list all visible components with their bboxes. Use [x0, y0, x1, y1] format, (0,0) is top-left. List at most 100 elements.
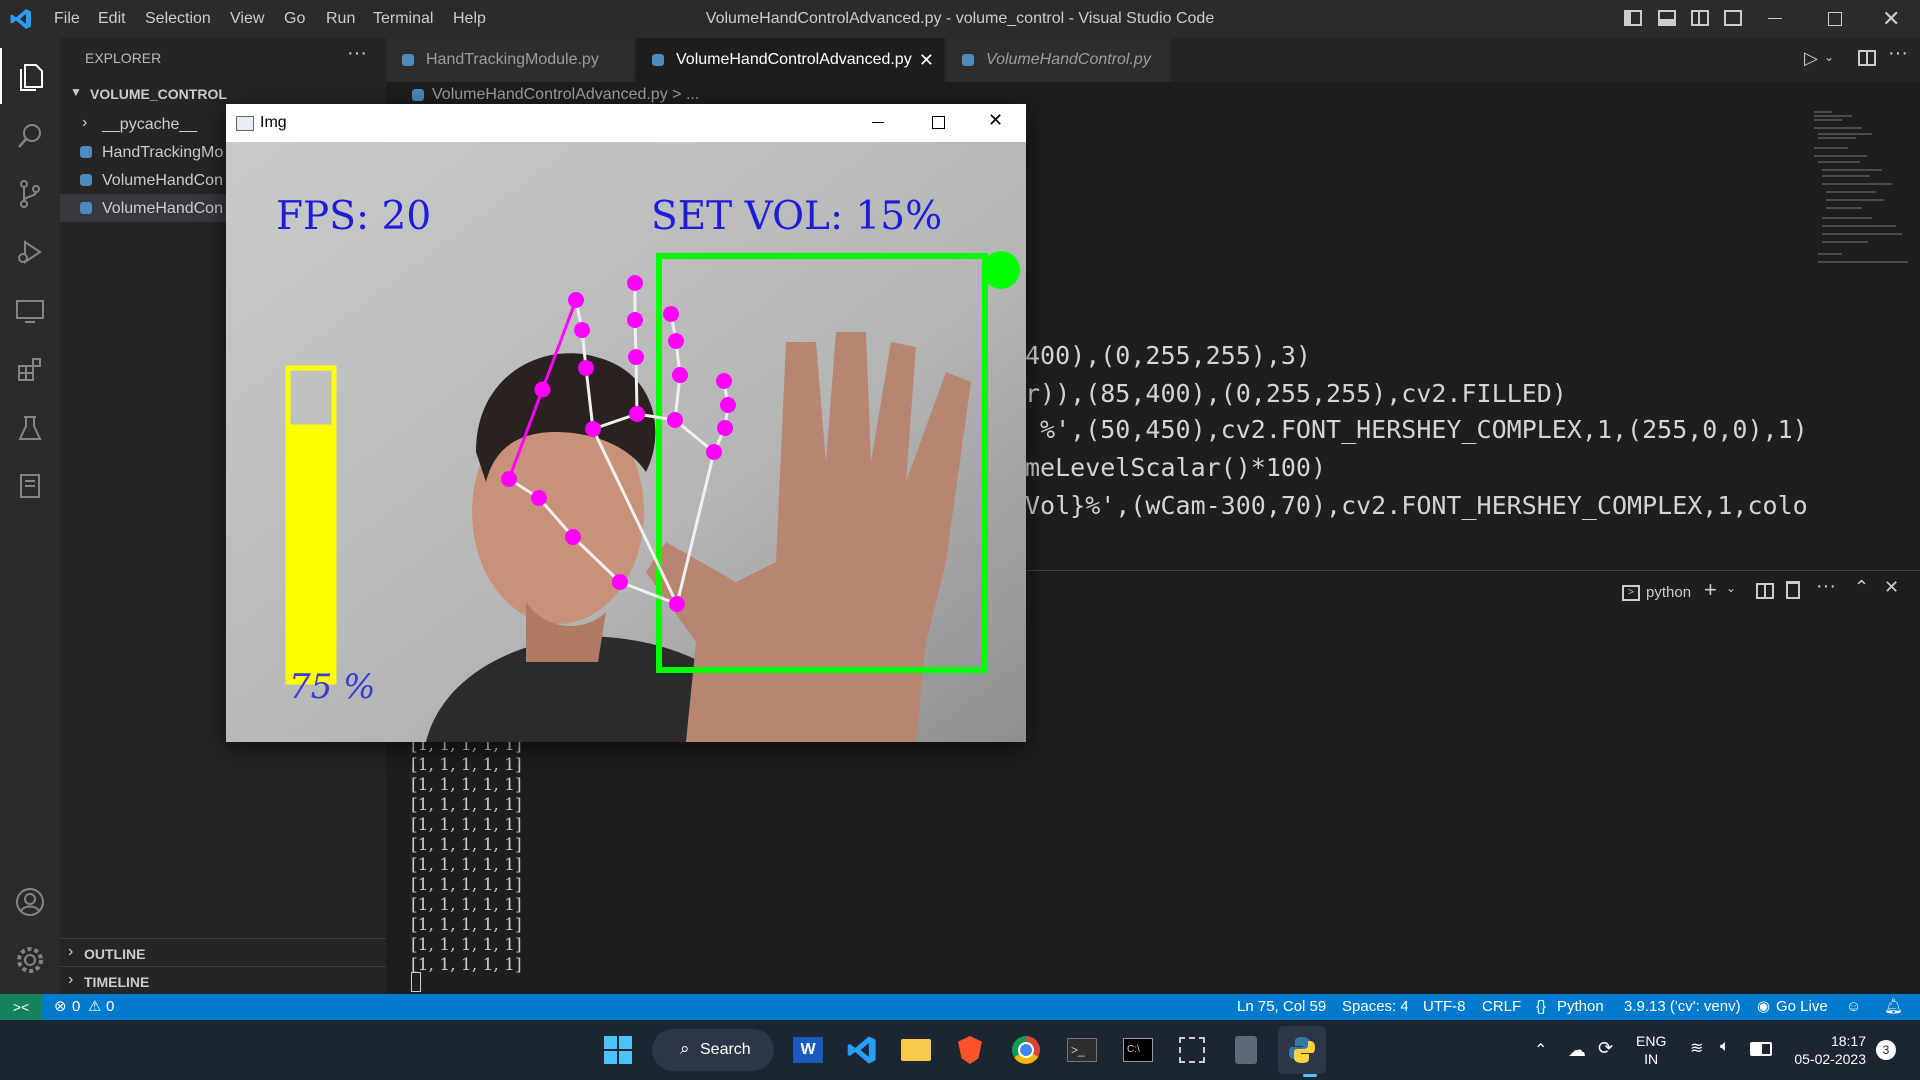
more-actions-icon[interactable]: ···	[1816, 575, 1836, 598]
trash-icon[interactable]	[1786, 581, 1800, 599]
brave-browser-icon[interactable]	[946, 1026, 994, 1074]
language-indicator[interactable]: ENG IN	[1636, 1032, 1666, 1068]
tab-volumehandcontrol[interactable]: VolumeHandControl.py	[946, 38, 1170, 82]
language-mode[interactable]: Python	[1557, 994, 1604, 1020]
chevron-down-icon[interactable]: ⌄	[1726, 581, 1736, 595]
code-line-4[interactable]: meLevelScalar()*100)	[1025, 450, 1326, 486]
taskbar-search[interactable]: ⌕ Search	[652, 1029, 774, 1071]
close-icon[interactable]: ✕	[988, 110, 1003, 131]
encoding[interactable]: UTF-8	[1423, 994, 1466, 1020]
code-line-1[interactable]: 400),(0,255,255),3)	[1025, 338, 1311, 374]
chevron-down-icon[interactable]: ⌄	[1824, 50, 1834, 64]
timeline-section[interactable]: › TIMELINE	[60, 966, 386, 995]
hand-landmark-point	[720, 397, 736, 413]
warning-count[interactable]: 0	[106, 994, 114, 1020]
terminal-name[interactable]: python	[1646, 584, 1691, 601]
run-debug-icon[interactable]	[0, 224, 60, 280]
clock[interactable]: 18:17 05-02-2023	[1776, 1032, 1866, 1068]
source-control-icon[interactable]	[0, 166, 60, 222]
hand-landmark-point	[612, 574, 628, 590]
code-line-5[interactable]: Vol}%',(wCam-300,70),cv2.FONT_HERSHEY_CO…	[1025, 488, 1808, 524]
indentation[interactable]: Spaces: 4	[1342, 994, 1409, 1020]
toggle-panel-icon[interactable]	[1658, 10, 1676, 26]
app-window-icon	[236, 116, 254, 131]
terminal-line: [1, 1, 1, 1, 1]	[411, 755, 522, 775]
notebook-icon[interactable]	[0, 458, 60, 514]
explorer-header: EXPLORER	[85, 50, 162, 66]
volume-icon[interactable]: 🔈︎	[1720, 1038, 1730, 1056]
code-line-2[interactable]: r)),(85,400),(0,255,255),cv2.FILLED)	[1025, 376, 1567, 412]
windows-start-icon[interactable]	[594, 1026, 642, 1074]
errors-icon[interactable]: ⊗	[54, 994, 67, 1020]
split-editor-icon[interactable]	[1858, 50, 1876, 66]
tree-item-label: VolumeHandCon	[102, 200, 223, 217]
search-icon[interactable]	[0, 108, 60, 164]
word-icon[interactable]: W	[784, 1026, 832, 1074]
maximize-panel-icon[interactable]: ⌃	[1854, 577, 1869, 598]
terminal-line: [1, 1, 1, 1, 1]	[411, 815, 522, 835]
hand-landmark-point	[668, 333, 684, 349]
toggle-secondary-sidebar-icon[interactable]	[1691, 10, 1709, 26]
code-line-3[interactable]: %',(50,450),cv2.FONT_HERSHEY_COMPLEX,1,(…	[1025, 412, 1808, 448]
split-terminal-icon[interactable]	[1756, 583, 1774, 599]
wifi-icon[interactable]: ≋	[1690, 1038, 1703, 1058]
battery-icon[interactable]	[1750, 1042, 1772, 1056]
snipping-tool-icon[interactable]	[1168, 1026, 1216, 1074]
hand-landmark-point	[663, 306, 679, 322]
tab-handtrackingmodule[interactable]: HandTrackingModule.py	[386, 38, 634, 82]
chrome-icon[interactable]	[1002, 1026, 1050, 1074]
hand-landmark-point	[565, 529, 581, 545]
remote-indicator-icon[interactable]: ><	[0, 994, 42, 1020]
minimap[interactable]	[1812, 108, 1912, 288]
broadcast-icon: ◉	[1757, 998, 1771, 1015]
explorer-icon[interactable]	[0, 48, 60, 104]
chevron-up-icon[interactable]: ⌃	[1534, 1040, 1547, 1060]
cursor-position[interactable]: Ln 75, Col 59	[1237, 994, 1326, 1020]
outline-section[interactable]: › OUTLINE	[60, 938, 386, 967]
more-actions-icon[interactable]: ···	[1888, 42, 1908, 65]
testing-icon[interactable]	[0, 400, 60, 456]
hand-landmark-point	[568, 292, 584, 308]
close-icon[interactable]: ✕	[1882, 6, 1900, 32]
settings-gear-icon[interactable]	[0, 932, 60, 988]
python-interpreter[interactable]: 3.9.13 ('cv': venv)	[1624, 994, 1741, 1020]
feedback-icon[interactable]: ☺	[1846, 994, 1861, 1020]
maximize-icon[interactable]	[932, 116, 945, 129]
tree-item-label: __pycache__	[102, 116, 198, 133]
onedrive-icon[interactable]: ☁	[1568, 1040, 1586, 1061]
toggle-sidebar-icon[interactable]	[1624, 10, 1642, 26]
breadcrumb-text[interactable]: VolumeHandControlAdvanced.py > ...	[432, 86, 699, 104]
remote-explorer-icon[interactable]	[0, 284, 60, 340]
sync-icon[interactable]: ⟳	[1598, 1038, 1613, 1059]
img-window[interactable]: Img ✕ FPS: 20 SET VOL: 15% 75 %	[226, 104, 1026, 742]
cmd-icon[interactable]: C:\	[1114, 1026, 1162, 1074]
python-app-icon[interactable]	[1278, 1026, 1326, 1074]
terminal-line: [1, 1, 1, 1, 1]	[411, 955, 522, 975]
accounts-icon[interactable]	[0, 874, 60, 930]
volume-bar-fill	[288, 424, 334, 682]
notifications-bell-icon[interactable]: 🔔︎	[1884, 994, 1903, 1020]
more-actions-icon[interactable]: ···	[347, 42, 367, 65]
minimize-icon[interactable]	[872, 122, 884, 123]
file-explorer-icon[interactable]	[892, 1026, 940, 1074]
close-panel-icon[interactable]: ✕	[1884, 577, 1899, 598]
run-python-icon[interactable]: ▷	[1804, 48, 1818, 69]
notification-badge[interactable]: 3	[1876, 1040, 1896, 1060]
taskbar: ⌕ Search W >_ C:\ ⌃ ☁ ⟳ ENG IN ≋ 🔈︎ 18:1…	[0, 1020, 1920, 1080]
tab-volumehandcontroladvanced[interactable]: VolumeHandControlAdvanced.py ✕	[636, 38, 944, 82]
close-tab-icon[interactable]: ✕	[919, 38, 934, 82]
new-terminal-icon[interactable]: +	[1704, 577, 1717, 603]
restore-icon[interactable]	[1828, 12, 1842, 26]
vscode-taskbar-icon[interactable]	[838, 1026, 886, 1074]
minimize-icon[interactable]	[1768, 18, 1782, 19]
go-live-button[interactable]: Go Live	[1776, 994, 1828, 1020]
tab-label: HandTrackingModule.py	[426, 51, 599, 68]
customize-layout-icon[interactable]	[1724, 10, 1742, 26]
error-count[interactable]: 0	[72, 994, 80, 1020]
calculator-icon[interactable]	[1222, 1026, 1270, 1074]
warning-icon[interactable]: ⚠	[88, 994, 101, 1020]
terminal-app-icon[interactable]: >_	[1058, 1026, 1106, 1074]
extensions-icon[interactable]	[0, 342, 60, 398]
img-window-titlebar[interactable]: Img ✕	[226, 104, 1026, 142]
line-ending[interactable]: CRLF	[1482, 994, 1521, 1020]
